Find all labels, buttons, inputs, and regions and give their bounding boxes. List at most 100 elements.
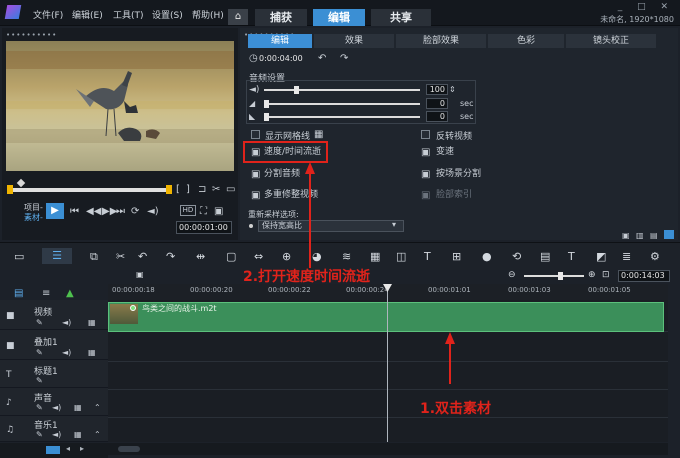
resample-dropdown[interactable]: 保持宽高比 bbox=[258, 220, 404, 232]
panel-expand-icon[interactable]: ▤ bbox=[650, 230, 658, 242]
rotate-left-icon[interactable]: ↶ bbox=[318, 53, 326, 65]
mute-icon[interactable]: ◄) bbox=[52, 430, 61, 439]
fade-icon[interactable]: ⌃ bbox=[94, 430, 101, 439]
tab-effects[interactable]: 效果 bbox=[314, 34, 394, 48]
track-row-voice[interactable]: ♪ 声音 ✎ ◄) ▦ ⌃ bbox=[0, 388, 108, 416]
scissors-icon[interactable]: ✂ bbox=[116, 250, 125, 263]
mask-icon[interactable]: ◫ bbox=[396, 250, 406, 263]
3d-title-icon[interactable]: T bbox=[568, 250, 575, 263]
undo-icon[interactable]: ↶ bbox=[138, 250, 147, 263]
fit-icon[interactable]: ⇹ bbox=[196, 250, 205, 263]
size-selector[interactable]: HD bbox=[180, 205, 196, 216]
reverse-video-checkbox[interactable] bbox=[421, 130, 430, 139]
volume-icon[interactable]: ◄) bbox=[147, 206, 159, 218]
track-row-title[interactable]: T 标题1 ✎ bbox=[0, 360, 108, 388]
video-preview[interactable] bbox=[6, 41, 234, 171]
show-all-tracks-icon[interactable]: ▤ bbox=[14, 288, 23, 299]
audio-wave-icon[interactable]: ≋ bbox=[342, 250, 351, 263]
track-row-overlay[interactable]: ■ 叠加1 ✎ ◄) ▦ bbox=[0, 330, 108, 360]
play-button[interactable]: ▶ bbox=[46, 203, 64, 219]
zoom-out-icon[interactable]: ⊖ bbox=[508, 270, 516, 280]
record-icon[interactable]: ● bbox=[482, 250, 492, 263]
track-height-icon[interactable] bbox=[46, 446, 60, 454]
track-list-icon[interactable]: ≡ bbox=[42, 288, 50, 299]
fade-out-input[interactable]: 0 bbox=[426, 111, 448, 122]
settings-icon[interactable]: ⚙ bbox=[650, 250, 660, 263]
volume-slider[interactable] bbox=[264, 86, 420, 94]
clip-mode-label[interactable]: 素材- bbox=[24, 212, 43, 223]
rotate-right-icon[interactable]: ↷ bbox=[340, 53, 348, 65]
track-manager-icon[interactable]: ⧉ bbox=[90, 250, 98, 264]
menu-help[interactable]: 帮助(H) bbox=[192, 8, 224, 21]
edit-track-icon[interactable]: ✎ bbox=[36, 403, 43, 412]
trim-end-handle[interactable] bbox=[166, 185, 172, 194]
mute-icon[interactable]: ◄) bbox=[52, 403, 61, 412]
timeline-timecode[interactable]: 0:00:14:03 bbox=[618, 270, 670, 282]
volume-stepper-icon[interactable]: ⇕ bbox=[449, 84, 456, 96]
show-grid-checkbox[interactable] bbox=[251, 130, 260, 139]
auto-music-icon[interactable]: ▣ bbox=[136, 270, 144, 279]
menu-settings[interactable]: 设置(S) bbox=[152, 8, 183, 21]
title-text-icon[interactable]: T bbox=[424, 250, 431, 263]
copy-icon[interactable]: ▣ bbox=[214, 206, 223, 218]
repeat-icon[interactable]: ⟳ bbox=[131, 206, 139, 218]
split-icon[interactable]: ✂ bbox=[212, 184, 220, 196]
ripple-edit-icon[interactable]: ▦ bbox=[74, 403, 82, 412]
ripple-edit-icon[interactable]: ▦ bbox=[88, 348, 96, 357]
window-controls[interactable]: _ □ ✕ bbox=[618, 2, 674, 12]
scrub-bar[interactable] bbox=[10, 188, 170, 192]
volume-input[interactable]: 100 bbox=[426, 84, 448, 95]
edit-track-icon[interactable]: ✎ bbox=[36, 348, 43, 357]
prev-frame-icon[interactable]: ◀◀ bbox=[86, 206, 101, 218]
resample-radio[interactable] bbox=[249, 224, 253, 228]
redo-icon[interactable]: ↷ bbox=[166, 250, 175, 263]
scroll-left-icon[interactable]: ◂ bbox=[66, 444, 70, 453]
playhead[interactable] bbox=[387, 284, 388, 442]
ripple-icon[interactable]: ⇔ bbox=[254, 250, 263, 263]
marker-icon[interactable]: ⊕ bbox=[282, 250, 291, 263]
tab-share[interactable]: 共享 bbox=[371, 9, 431, 26]
panel-option-icon[interactable]: ▣ bbox=[622, 230, 630, 242]
split-screen-icon[interactable]: ⊞ bbox=[452, 250, 461, 263]
fade-in-slider[interactable] bbox=[264, 100, 420, 108]
edit-track-icon[interactable]: ✎ bbox=[36, 430, 43, 439]
go-start-icon[interactable]: ⏮ bbox=[70, 206, 79, 218]
tab-color[interactable]: 色彩 bbox=[488, 34, 564, 48]
preview-timecode[interactable]: 00:00:01:00 bbox=[176, 221, 232, 234]
split-audio-button[interactable]: 分割音频 bbox=[264, 167, 300, 181]
scroll-right-icon[interactable]: ▸ bbox=[80, 444, 84, 453]
zoom-in-icon[interactable]: ⊕ bbox=[588, 270, 596, 280]
track-row-video[interactable]: ■ 视频 ✎ ◄) ▦ bbox=[0, 300, 108, 330]
zoom-slider[interactable] bbox=[524, 272, 584, 280]
tab-face-effects[interactable]: 脸部效果 bbox=[396, 34, 486, 48]
mark-out-icon[interactable]: ] bbox=[186, 184, 190, 196]
edit-track-icon[interactable]: ✎ bbox=[36, 318, 43, 327]
face-index-button[interactable]: 脸部索引 bbox=[436, 188, 472, 202]
fit-project-icon[interactable]: ⊡ bbox=[602, 270, 610, 280]
trim-start-handle[interactable] bbox=[7, 185, 13, 194]
track-row-music[interactable]: ♫ 音乐1 ✎ ◄) ▦ ⌃ bbox=[0, 416, 108, 442]
fade-out-slider[interactable] bbox=[264, 113, 420, 121]
home-tab-icon[interactable]: ⌂ bbox=[228, 9, 248, 25]
tab-capture[interactable]: 捕获 bbox=[255, 9, 307, 26]
tab-edit-options[interactable]: 编辑 bbox=[248, 34, 312, 48]
go-end-icon[interactable]: ⏭ bbox=[116, 206, 125, 218]
duration-timecode[interactable]: 0:00:04:00 bbox=[259, 53, 313, 65]
ripple-edit-icon[interactable]: ▦ bbox=[74, 430, 82, 439]
menu-tools[interactable]: 工具(T) bbox=[113, 8, 144, 21]
multicam-icon[interactable]: ▤ bbox=[540, 250, 550, 263]
storyboard-view-icon[interactable]: ▭ bbox=[14, 250, 24, 263]
menu-edit[interactable]: 编辑(E) bbox=[72, 8, 103, 21]
timeline-scrollbar[interactable] bbox=[108, 443, 668, 455]
trim-icon[interactable]: ⊐ bbox=[198, 184, 206, 196]
edit-track-icon[interactable]: ✎ bbox=[36, 376, 43, 385]
scrollbar-thumb[interactable] bbox=[118, 446, 140, 452]
panel-layout-icon[interactable]: ▥ bbox=[636, 230, 644, 242]
variable-speed-button[interactable]: 变速 bbox=[436, 145, 454, 159]
export-clip-icon[interactable]: ▭ bbox=[226, 184, 235, 196]
timeline-view-icon[interactable]: ☰ bbox=[42, 248, 72, 264]
mark-in-icon[interactable]: [ bbox=[176, 184, 180, 196]
tab-lens-correction[interactable]: 镜头校正 bbox=[566, 34, 656, 48]
grid-settings-icon[interactable]: ▦ bbox=[314, 129, 323, 141]
menu-file[interactable]: 文件(F) bbox=[33, 8, 63, 21]
